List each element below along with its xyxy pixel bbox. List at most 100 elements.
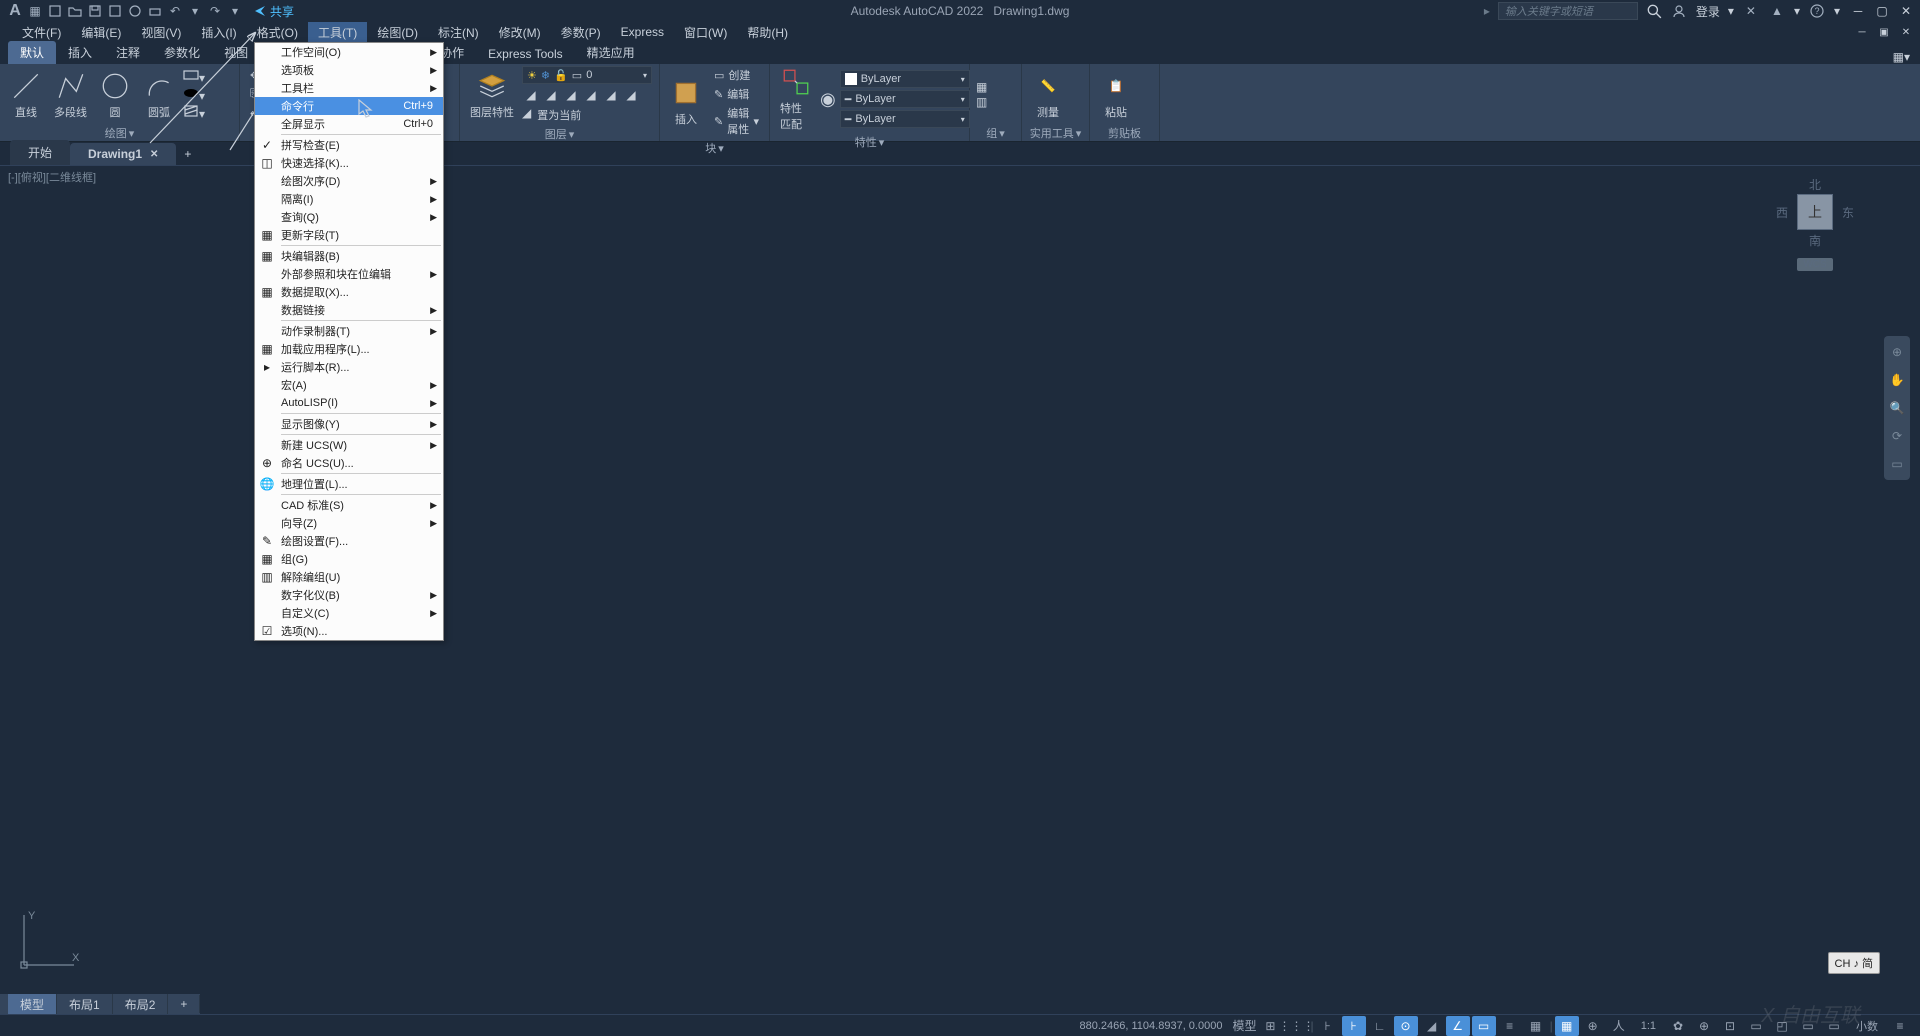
color-dropdown[interactable]: ByLayer▾ [840,70,970,88]
menu-item[interactable]: 命令行Ctrl+9 [255,97,443,115]
menu-item[interactable]: 选项板▶ [255,61,443,79]
edit-attr-button[interactable]: ✎ 编辑属性▾ [710,104,763,138]
ui-icon[interactable]: ◰ [1770,1016,1794,1036]
layer-icon[interactable]: ◢ [602,86,620,104]
menu-item[interactable]: 隔离(I)▶ [255,190,443,208]
menu-item[interactable]: CAD 标准(S)▶ [255,496,443,514]
menu-item[interactable]: 显示图像(Y)▶ [255,415,443,433]
menu-item[interactable]: ✎绘图设置(F)... [255,532,443,550]
a360-icon[interactable]: ▲ [1768,2,1786,20]
doc-min-button[interactable]: ─ [1852,23,1872,41]
compass-s[interactable]: 南 [1809,232,1821,249]
new-icon[interactable] [46,2,64,20]
qp-icon[interactable]: ▭ [1744,1016,1768,1036]
menu-item[interactable]: 新建 UCS(W)▶ [255,436,443,454]
menu-item[interactable]: ▸运行脚本(R)... [255,358,443,376]
new-tab-button[interactable]: + [176,143,199,165]
search-icon[interactable] [1646,3,1662,19]
snap-icon[interactable]: ⋮⋮⋮ [1284,1016,1308,1036]
menu-item[interactable]: 向导(Z)▶ [255,514,443,532]
nav-show-icon[interactable]: ▭ [1884,452,1910,476]
layout-add-button[interactable]: + [168,995,200,1013]
ribbon-tab[interactable]: 参数化 [152,41,212,64]
gear-icon[interactable]: ✿ [1666,1016,1690,1036]
close-icon[interactable]: ✕ [150,149,158,160]
ellipse-icon[interactable]: ▾ [183,86,205,103]
undo-icon[interactable]: ↶ [166,2,184,20]
menu-item[interactable]: ▦更新字段(T) [255,226,443,244]
iso-icon[interactable]: ◢ [1420,1016,1444,1036]
doc-max-button[interactable]: ▣ [1874,23,1894,41]
viewcube-top[interactable]: 上 [1797,194,1833,230]
login-label[interactable]: 登录 [1696,3,1720,20]
menu-item[interactable]: 🌐地理位置(L)... [255,475,443,493]
layer-icon[interactable]: ◢ [522,106,531,124]
menu-item[interactable]: 数字化仪(B)▶ [255,586,443,604]
menu-工具[interactable]: 工具(T) [308,22,367,42]
menu-item[interactable]: ▥解除编组(U) [255,568,443,586]
layout-tab[interactable]: 布局2 [113,994,169,1015]
linetype-dropdown[interactable]: ━ByLayer▾ [840,110,970,128]
menu-item[interactable]: 查询(Q)▶ [255,208,443,226]
ribbon-extra-icon[interactable]: ▦▾ [1893,50,1910,64]
trans-icon[interactable]: ▦ [1524,1016,1548,1036]
nav-pan-icon[interactable]: ✋ [1884,368,1910,392]
units-display[interactable]: 小数 [1848,1018,1886,1034]
saveas-icon[interactable] [106,2,124,20]
insert-button[interactable]: 插入 [666,77,706,127]
set-current-button[interactable]: 置为当前 [533,106,585,124]
help-icon[interactable]: ? [1808,2,1826,20]
dyn-icon[interactable]: ⊦ [1342,1016,1366,1036]
layer-icon[interactable]: ◢ [562,86,580,104]
ribbon-tab[interactable]: 精选应用 [575,41,647,64]
apps-icon[interactable]: ✕ [1742,2,1760,20]
arc-button[interactable]: 圆弧 [139,70,179,120]
menu-item[interactable]: 全屏显示Ctrl+0 [255,115,443,133]
am-icon[interactable]: ⊡ [1718,1016,1742,1036]
menu-item[interactable]: AutoLISP(I)▶ [255,394,443,412]
circle-button[interactable]: 圆 [95,70,135,120]
tab-drawing[interactable]: Drawing1✕ [70,143,176,165]
ungroup-icon[interactable]: ▥ [976,95,987,109]
menu-标注[interactable]: 标注(N) [428,22,489,42]
layer-icon[interactable]: ◢ [522,86,540,104]
layer-props-button[interactable]: 图层特性 [466,70,518,120]
menu-item[interactable]: ☑选项(N)... [255,622,443,640]
ribbon-tab[interactable]: 注释 [104,41,152,64]
undo-dd-icon[interactable]: ▾ [186,2,204,20]
share-link[interactable]: 共享 [254,3,294,20]
polyline-button[interactable]: 多段线 [50,70,91,120]
menu-视图[interactable]: 视图(V) [131,22,191,42]
help-dd[interactable]: ▾ [1834,4,1840,18]
ribbon-tab[interactable]: Express Tools [476,44,574,64]
color-wheel-icon[interactable]: ◉ [820,89,836,110]
osnap-icon[interactable]: ∠ [1446,1016,1470,1036]
menu-item[interactable]: 动作录制器(T)▶ [255,322,443,340]
menu-item[interactable]: ⊕命名 UCS(U)... [255,454,443,472]
grid-icon[interactable]: ▦ [26,2,44,20]
redo-dd-icon[interactable]: ▾ [226,2,244,20]
menu-item[interactable]: ◫快速选择(K)... [255,154,443,172]
compass-e[interactable]: 东 [1842,204,1854,221]
app-logo[interactable]: A [6,2,24,20]
lineweight-dropdown[interactable]: ━ByLayer▾ [840,90,970,108]
otrack-icon[interactable]: ▭ [1472,1016,1496,1036]
clean-icon[interactable]: ▭ [1822,1016,1846,1036]
menu-item[interactable]: ▦组(G) [255,550,443,568]
menu-item[interactable]: 工具栏▶ [255,79,443,97]
layer-icon[interactable]: ◢ [622,86,640,104]
polar-icon[interactable]: ⊙ [1394,1016,1418,1036]
menu-item[interactable]: 宏(A)▶ [255,376,443,394]
search-input[interactable]: 输入关键字或短语 [1498,2,1638,20]
layer-dropdown[interactable]: ☀❄🔓▭ 0▾ [522,66,652,84]
line-button[interactable]: 直线 [6,70,46,120]
menu-编辑[interactable]: 编辑(E) [71,22,131,42]
nav-fullnav-icon[interactable]: ⊕ [1884,340,1910,364]
sel-icon[interactable]: ▦ [1555,1016,1579,1036]
ann-icon[interactable]: 人 [1607,1016,1631,1036]
edit-block-button[interactable]: ✎ 编辑 [710,85,763,103]
menu-绘图[interactable]: 绘图(D) [367,22,428,42]
web-icon[interactable] [126,2,144,20]
menu-express[interactable]: Express [611,22,674,42]
compass-n[interactable]: 北 [1809,176,1821,193]
